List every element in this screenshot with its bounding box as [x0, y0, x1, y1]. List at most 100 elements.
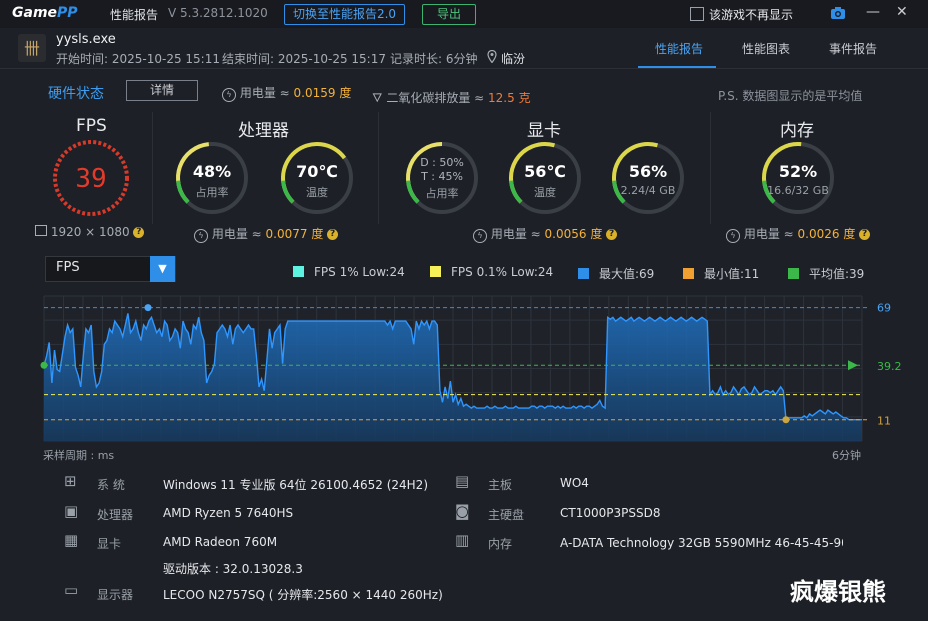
x-axis-end-label: 6分钟: [832, 449, 861, 462]
memory-sub: 16.6/32 GB: [767, 184, 829, 197]
gpu-info-value: AMD Radeon 760M: [163, 535, 278, 549]
cpu-temp-value: 70℃: [296, 162, 338, 181]
gpu-mem-sub: 2.24/4 GB: [620, 184, 676, 197]
cpu-power-value: 0.0077 度: [265, 227, 324, 241]
avg-value-label: 39.2: [877, 360, 902, 373]
co2-label: 二氧化碳排放量 ≈: [386, 91, 485, 105]
grid-icon: ⊞: [64, 472, 77, 490]
bolt-icon: ϟ: [726, 229, 740, 243]
legend-label: 平均值:39: [809, 267, 865, 281]
start-time: 开始时间: 2025-10-25 15:11: [56, 52, 220, 66]
window-title: 性能报告: [110, 8, 159, 22]
bolt-icon: ϟ: [473, 229, 487, 243]
camera-icon[interactable]: [830, 6, 846, 20]
cpu-temp-label: 温度: [306, 186, 328, 199]
min-marker: [782, 416, 790, 424]
cpu-usage-value: 48%: [192, 162, 232, 181]
fps-chart: 69 39.2 11: [40, 295, 902, 442]
gpu-t-value: T : 45%: [421, 170, 463, 183]
fps-title: FPS: [76, 116, 107, 136]
end-time: 结束时间: 2025-10-25 15:17: [222, 52, 386, 66]
gpu-d-value: D : 50%: [420, 156, 464, 169]
disk-key: 主硬盘: [488, 508, 525, 522]
legend-swatch: [293, 266, 304, 277]
memory-value: 52%: [778, 162, 818, 181]
duration: 记录时长: 6分钟: [390, 52, 478, 66]
help-icon[interactable]: ?: [327, 229, 339, 240]
header-divider: [0, 68, 928, 69]
memory-power-label: 用电量 ≈: [743, 227, 794, 241]
disk-icon: ◙: [455, 502, 470, 520]
help-icon[interactable]: ?: [133, 227, 145, 238]
gpu-key: 显卡: [97, 537, 122, 551]
close-icon[interactable]: ✕: [896, 4, 908, 20]
ram-info-value: A-DATA Technology 32GB 5590MHz 46-45-45-…: [560, 536, 843, 550]
board-icon: ▤: [455, 472, 470, 490]
co2-emission: 🜄 二氧化碳排放量 ≈ 12.5 克: [372, 84, 531, 109]
location-text: 临汾: [501, 52, 526, 66]
watermark: 疯爆银熊: [790, 578, 886, 606]
monitor-key: 显示器: [97, 588, 134, 602]
fps-gauge: 39: [53, 140, 129, 216]
memory-power: ϟ 用电量 ≈ 0.0026 度 ?: [726, 225, 871, 243]
svg-text:卌: 卌: [24, 39, 40, 58]
tab-event-report[interactable]: 事件报告: [829, 40, 877, 57]
legend-label: 最大值:69: [599, 267, 655, 281]
dont-show-label: 该游戏不再显示: [709, 8, 794, 22]
divider: [710, 112, 711, 224]
co2-value: 12.5 克: [488, 91, 531, 105]
tab-performance-report[interactable]: 性能报告: [655, 40, 703, 57]
legend-label: FPS 1% Low:24: [314, 265, 405, 279]
gpu-temp-value: 56℃: [524, 162, 566, 181]
help-icon[interactable]: ?: [859, 229, 871, 240]
memory-power-value: 0.0026 度: [797, 227, 856, 241]
max-value-label: 69: [877, 302, 891, 315]
help-icon[interactable]: ?: [606, 229, 618, 240]
tab-performance-chart[interactable]: 性能图表: [742, 40, 790, 57]
monitor-info-value: LECOO N2757SQ ( 分辨率:2560 × 1440 260Hz): [163, 588, 443, 602]
location-icon: [487, 50, 497, 63]
legend-swatch: [578, 268, 589, 279]
screen-icon: [35, 225, 47, 236]
gpu-temp-label: 温度: [534, 186, 556, 199]
metric-select-value: FPS: [56, 260, 80, 275]
cpu-power-label: 用电量 ≈: [211, 227, 262, 241]
avg-marker: [40, 361, 48, 369]
export-button[interactable]: 导出: [422, 4, 476, 25]
dont-show-checkbox[interactable]: [690, 7, 704, 21]
hardware-status-title: 硬件状态: [48, 86, 104, 102]
fps-value: 39: [75, 164, 106, 194]
divider: [152, 112, 153, 224]
min-value-label: 11: [877, 415, 891, 428]
chevron-down-icon[interactable]: ▼: [150, 256, 175, 282]
x-axis-start-label: 采样周期 : ms: [43, 449, 115, 462]
sys-value: Windows 11 专业版 64位 26100.4652 (24H2): [163, 478, 428, 492]
legend-max: 最大值:69: [578, 265, 654, 282]
legend-01pct-low: FPS 0.1% Low:24: [430, 265, 553, 279]
minimize-icon[interactable]: —: [866, 4, 880, 20]
bolt-icon: ϟ: [194, 229, 208, 243]
legend-1pct-low: FPS 1% Low:24: [293, 265, 405, 279]
detail-button[interactable]: 详情: [126, 80, 198, 101]
legend-label: FPS 0.1% Low:24: [451, 265, 554, 279]
gpu-power: ϟ 用电量 ≈ 0.0056 度 ?: [473, 225, 618, 243]
sys-key: 系 统: [97, 478, 125, 492]
total-power: ϟ 用电量 ≈ 0.0159 度: [222, 84, 351, 102]
game-icon: 卌: [18, 34, 46, 62]
gpu-mem-value: 56%: [628, 162, 668, 181]
cpu-info-value: AMD Ryzen 5 7640HS: [163, 506, 294, 520]
board-key: 主板: [488, 478, 513, 492]
bottle-icon: 🜄: [372, 91, 383, 105]
resolution-text: 1920 × 1080: [50, 225, 130, 239]
bolt-icon: ϟ: [222, 88, 236, 102]
legend-swatch: [683, 268, 694, 279]
monitor-icon: ▭: [64, 581, 79, 599]
ps-note: P.S. 数据图显示的是平均值: [718, 89, 863, 103]
exe-name: yysls.exe: [56, 32, 116, 47]
gpu-usage-label: 占用率: [425, 187, 459, 200]
fps-resolution: 1920 × 1080 ?: [35, 225, 145, 239]
board-info-value: WO4: [560, 476, 589, 490]
gamepp-logo: GamePP: [12, 5, 78, 21]
gpu-icon: ▦: [64, 531, 79, 549]
switch-report-button[interactable]: 切换至性能报告2.0: [284, 4, 405, 25]
